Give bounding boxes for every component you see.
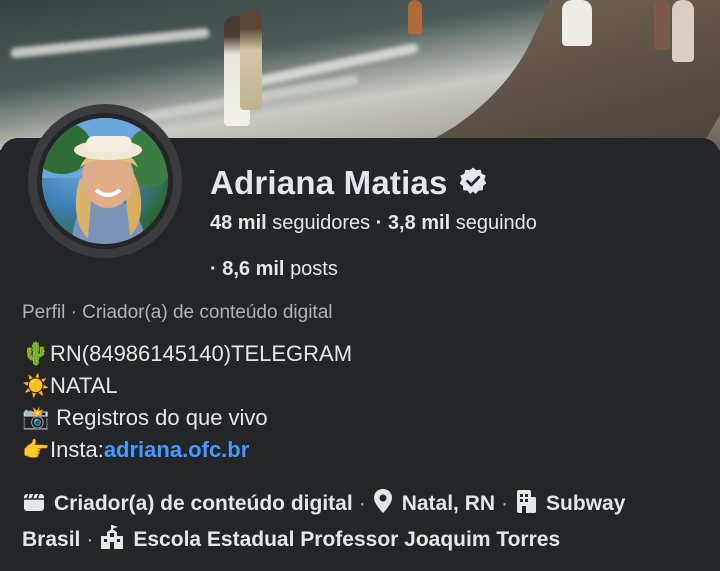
followers-label[interactable]: seguidores xyxy=(272,212,370,234)
profile-category: Perfil · Criador(a) de conteúdo digital xyxy=(22,302,333,323)
avatar-frame xyxy=(37,113,173,249)
camera-flash-icon: 📸 xyxy=(22,405,50,430)
cover-person xyxy=(240,10,262,110)
bio-text: Insta: xyxy=(50,437,104,462)
cover-person xyxy=(408,0,422,34)
school-icon xyxy=(99,524,125,560)
pointing-hand-icon: 👉 xyxy=(22,437,50,462)
stats-separator: · xyxy=(375,212,383,234)
avatar-photo xyxy=(42,118,168,244)
profile-stats-posts: · 8,6 mil posts xyxy=(210,258,338,281)
avatar-ring[interactable] xyxy=(28,104,182,258)
building-icon xyxy=(514,488,538,524)
bio-line: ☀️ NATAL xyxy=(22,370,352,402)
detail-separator: · xyxy=(358,492,366,515)
following-count[interactable]: 3,8 mil xyxy=(388,212,450,234)
bio-text: NATAL xyxy=(50,373,118,398)
followers-count[interactable]: 48 mil xyxy=(210,212,267,234)
detail-separator: · xyxy=(86,528,94,551)
profile-stats: 48 mil seguidores · 3,8 mil seguindo xyxy=(210,212,537,235)
clapperboard-icon xyxy=(22,490,46,524)
bio-text: Registros do que vivo xyxy=(50,405,268,430)
sun-icon: ☀️ xyxy=(22,373,50,398)
posts-label: posts xyxy=(290,258,338,280)
profile-header: Adriana Matias xyxy=(210,164,488,202)
following-label[interactable]: seguindo xyxy=(456,212,537,234)
bio-text: RN(84986145140)TELEGRAM xyxy=(50,341,353,366)
cover-person xyxy=(672,0,694,62)
posts-count: 8,6 mil xyxy=(222,258,285,280)
detail-location[interactable]: Natal, RN xyxy=(402,492,495,515)
profile-details: Criador(a) de conteúdo digital · Natal, R… xyxy=(22,488,702,560)
avatar[interactable] xyxy=(42,118,168,244)
instagram-link[interactable]: adriana.ofc.br xyxy=(104,434,249,466)
detail-category[interactable]: Criador(a) de conteúdo digital xyxy=(54,492,353,515)
detail-separator: · xyxy=(501,492,509,515)
cover-person xyxy=(654,0,670,50)
cactus-icon: 🌵 xyxy=(22,341,50,366)
detail-education[interactable]: Escola Estadual Professor Joaquim Torres xyxy=(133,528,560,551)
bio-line: 👉 Insta: adriana.ofc.br xyxy=(22,434,352,466)
stats-separator: · xyxy=(210,258,217,280)
verified-badge-icon xyxy=(458,166,488,201)
map-pin-icon xyxy=(372,488,394,524)
bio-line: 🌵 RN(84986145140)TELEGRAM xyxy=(22,338,352,370)
cover-person xyxy=(562,0,592,46)
profile-bio: 🌵 RN(84986145140)TELEGRAM ☀️ NATAL 📸 Reg… xyxy=(22,338,352,466)
profile-name[interactable]: Adriana Matias xyxy=(210,164,448,202)
bio-line: 📸 Registros do que vivo xyxy=(22,402,352,434)
